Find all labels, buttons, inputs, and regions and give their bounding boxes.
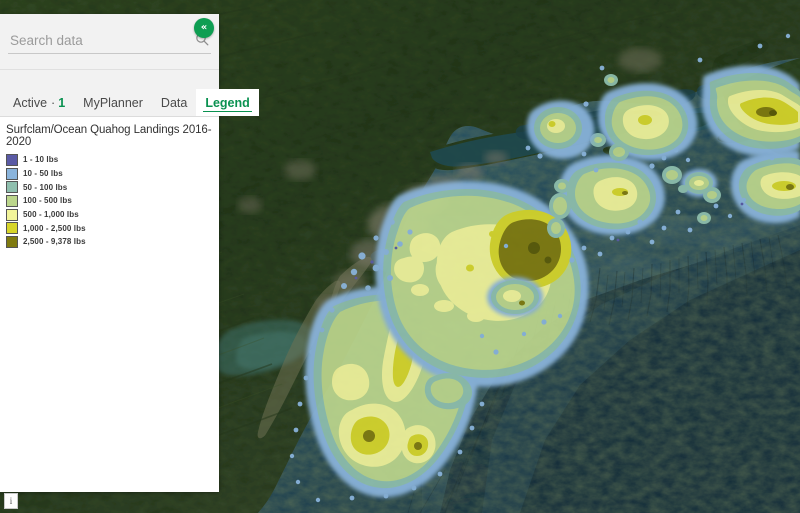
legend-title: Surfclam/Ocean Quahog Landings 2016-2020 xyxy=(6,124,212,148)
legend-item: 1 - 10 lbs xyxy=(6,153,219,167)
search-input[interactable] xyxy=(8,33,211,50)
tab-legend[interactable]: Legend xyxy=(196,89,259,116)
tab-data[interactable]: Data xyxy=(152,89,196,116)
legend-item-label: 1 - 10 lbs xyxy=(23,155,59,165)
tab-legend-label: Legend xyxy=(205,95,250,110)
legend-swatch-icon xyxy=(6,222,18,235)
search-section xyxy=(0,14,219,69)
legend-item: 2,500 - 9,378 lbs xyxy=(6,235,219,249)
legend-swatch-icon xyxy=(6,181,18,194)
map-info-button[interactable]: i xyxy=(4,493,18,509)
tab-myplanner-label: MyPlanner xyxy=(83,95,143,110)
legend-item-label: 2,500 - 9,378 lbs xyxy=(23,237,86,247)
legend-swatch-icon xyxy=(6,153,18,166)
map-application: Active · 1 MyPlanner Data Legend Surfcla… xyxy=(0,0,800,513)
legend-swatch-icon xyxy=(6,194,18,207)
tab-active-label: Active xyxy=(13,95,48,110)
data-panel: Active · 1 MyPlanner Data Legend Surfcla… xyxy=(0,14,259,492)
info-icon: i xyxy=(9,496,13,506)
legend-item: 100 - 500 lbs xyxy=(6,194,219,208)
legend-swatch-icon xyxy=(6,235,18,248)
legend-panel: Surfclam/Ocean Quahog Landings 2016-2020… xyxy=(0,117,219,492)
tab-active-count: 1 xyxy=(58,95,66,110)
tab-active[interactable]: Active · 1 xyxy=(4,89,74,116)
panel-tabs: Active · 1 MyPlanner Data Legend xyxy=(0,89,259,117)
panel-spacer xyxy=(0,70,219,89)
legend-item: 10 - 50 lbs xyxy=(6,167,219,181)
search-row xyxy=(8,30,211,54)
legend-item-label: 100 - 500 lbs xyxy=(23,196,72,206)
legend-item-label: 10 - 50 lbs xyxy=(23,169,63,179)
legend-swatch-icon xyxy=(6,208,18,221)
legend-item: 50 - 100 lbs xyxy=(6,180,219,194)
tab-data-label: Data xyxy=(160,95,188,110)
double-chevron-left-icon: « xyxy=(200,22,208,33)
legend-swatch-icon xyxy=(6,167,18,180)
collapse-panel-button[interactable]: « xyxy=(194,18,214,38)
legend-item: 1,000 - 2,500 lbs xyxy=(6,221,219,235)
legend-item-label: 500 - 1,000 lbs xyxy=(23,210,79,220)
legend-item: 500 - 1,000 lbs xyxy=(6,208,219,222)
legend-item-label: 1,000 - 2,500 lbs xyxy=(23,223,86,233)
tab-active-separator: · xyxy=(51,95,56,110)
tab-myplanner[interactable]: MyPlanner xyxy=(74,89,152,116)
legend-list: 1 - 10 lbs 10 - 50 lbs 50 - 100 lbs 100 … xyxy=(6,153,219,249)
legend-item-label: 50 - 100 lbs xyxy=(23,182,68,192)
